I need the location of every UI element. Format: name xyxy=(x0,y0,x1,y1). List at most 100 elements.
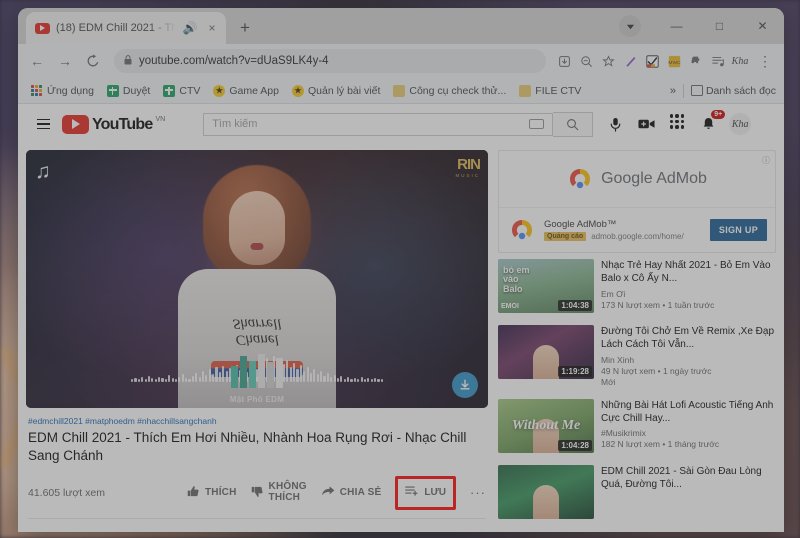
thumbnail-caption: bỏ em vào Balo xyxy=(503,265,530,294)
ad-url-row: Quảng cáo admob.google.com/home/ xyxy=(544,232,703,241)
playlist-icon[interactable] xyxy=(708,51,728,71)
video-player[interactable]: Chanel Sharrell ♫ RIN MUSIC Mặt Phố EDM xyxy=(26,150,488,408)
thumbnail-figure xyxy=(533,484,559,519)
bookmark-label: CTV xyxy=(179,84,201,97)
list-item[interactable]: Without Me 1:04:28 Những Bài Hát Lofi Ac… xyxy=(498,393,776,459)
youtube-logo[interactable]: YouTube VN xyxy=(62,114,165,134)
video-thumbnail[interactable]: 1:19:28 xyxy=(498,325,594,379)
youtube-content: Chanel Sharrell ♫ RIN MUSIC Mặt Phố EDM … xyxy=(18,144,784,525)
suggestion-channel[interactable]: #Musikrimix xyxy=(601,428,776,438)
thumbnail-watermark: EMOI xyxy=(501,303,519,310)
reading-list-icon xyxy=(690,85,703,96)
pen-icon[interactable] xyxy=(620,51,640,71)
more-actions-icon[interactable]: ··· xyxy=(470,485,486,500)
bookmark-quan-ly-bai-viet[interactable]: ★ Quản lý bài viết xyxy=(287,83,385,99)
notification-badge: 9+ xyxy=(711,110,726,119)
brand-sub-text: MUSIC xyxy=(455,173,480,178)
bookmark-game-app[interactable]: ★ Game App xyxy=(208,83,284,99)
youtube-search: Tìm kiếm xyxy=(203,111,594,137)
video-title: EDM Chill 2021 - Thích Em Hơi Nhiều, Nhà… xyxy=(28,430,467,463)
dislike-button[interactable]: KHÔNG THÍCH xyxy=(251,481,307,503)
browser-tab[interactable]: (18) EDM Chill 2021 - Thích E 🔊 × xyxy=(26,12,226,44)
list-item[interactable]: EDM Chill 2021 - Sài Gòn Đau Lòng Quá, Đ… xyxy=(498,459,776,525)
user-avatar-icon[interactable]: Kha xyxy=(730,51,750,71)
game-icon: ★ xyxy=(291,84,304,97)
mwc-icon[interactable]: MWC xyxy=(664,51,684,71)
video-thumbnail[interactable]: bỏ em vào Balo EMOI 1:04:38 xyxy=(498,259,594,313)
profile-chip-icon[interactable] xyxy=(619,15,641,37)
keyboard-icon[interactable] xyxy=(529,119,545,129)
list-item[interactable]: bỏ em vào Balo EMOI 1:04:38 Nhạc Trẻ Hay N… xyxy=(498,253,776,319)
microphone-icon[interactable] xyxy=(605,114,625,134)
advertisement[interactable]: ⓘ Google AdMob Google AdMob™ Quảng cáo a… xyxy=(498,150,776,253)
bookmarks-bar: Ứng dụng Duyệt CTV ★ Game App ★ Quản lý … xyxy=(18,78,784,104)
zoom-out-icon[interactable] xyxy=(576,51,596,71)
ad-info-icon[interactable]: ⓘ xyxy=(762,155,770,166)
bell-icon[interactable]: 9+ xyxy=(698,110,726,134)
suggestion-new-badge: Mới xyxy=(601,376,616,387)
new-tab-button[interactable]: + xyxy=(232,15,258,41)
save-label: LƯU xyxy=(424,487,446,499)
video-camera-icon[interactable] xyxy=(636,114,656,134)
bookmark-ctv[interactable]: CTV xyxy=(158,83,205,99)
close-window-button[interactable]: ✕ xyxy=(741,8,784,44)
browser-menu-icon[interactable]: ⋮ xyxy=(752,48,778,74)
bookmarks-overflow-icon[interactable]: » xyxy=(670,85,676,97)
bookmark-cong-cu-check[interactable]: Công cụ check thử... xyxy=(388,83,511,99)
puzzle-icon[interactable] xyxy=(686,51,706,71)
like-button[interactable]: THÍCH xyxy=(187,485,237,501)
folder-icon xyxy=(393,84,406,97)
bookmark-duyet[interactable]: Duyệt xyxy=(102,83,155,99)
thumbs-down-icon xyxy=(251,485,264,501)
reload-icon[interactable] xyxy=(80,48,106,74)
bookmark-label: FILE CTV xyxy=(535,84,582,97)
forward-icon[interactable]: → xyxy=(52,48,78,74)
ad-hero-title: Google AdMob xyxy=(601,170,707,187)
bookmarks-right-group: » Danh sách đọc xyxy=(670,83,776,98)
list-item[interactable]: 1:19:28 Đường Tôi Chở Em Về Remix ,Xe Đạ… xyxy=(498,319,776,393)
close-icon[interactable]: × xyxy=(204,20,220,36)
list-item-info: Những Bài Hát Lofi Acoustic Tiếng Anh Cự… xyxy=(601,399,776,453)
avatar[interactable]: Kha xyxy=(729,113,752,135)
video-thumbnail[interactable] xyxy=(498,464,594,519)
like-label: THÍCH xyxy=(204,487,237,499)
lock-icon xyxy=(124,55,132,67)
share-button[interactable]: CHIA SẺ xyxy=(321,485,382,500)
minimize-button[interactable]: — xyxy=(655,8,698,44)
search-button[interactable] xyxy=(553,111,594,137)
browser-window: (18) EDM Chill 2021 - Thích E 🔊 × + — □ … xyxy=(18,8,784,532)
search-input[interactable]: Tìm kiếm xyxy=(203,112,554,136)
ad-badge: Quảng cáo xyxy=(544,232,587,241)
suggestion-channel[interactable]: Em Ơi xyxy=(601,289,776,299)
video-thumbnail[interactable]: Without Me 1:04:28 xyxy=(498,398,594,453)
suggestion-stats: 173 N lượt xem • 1 tuần trước xyxy=(601,299,715,310)
star-icon[interactable] xyxy=(598,51,618,71)
maximize-button[interactable]: □ xyxy=(698,8,741,44)
secondary-column: ⓘ Google AdMob Google AdMob™ Quảng cáo a… xyxy=(498,150,776,525)
game-icon: ★ xyxy=(213,84,226,97)
bookmark-apps[interactable]: Ứng dụng xyxy=(26,83,99,99)
download-icon[interactable] xyxy=(554,51,574,71)
hamburger-icon[interactable] xyxy=(28,109,58,139)
ad-detail-row: Google AdMob™ Quảng cáo admob.google.com… xyxy=(499,207,775,252)
apps-grid-icon[interactable] xyxy=(667,114,687,134)
ad-signup-button[interactable]: SIGN UP xyxy=(709,219,767,241)
speaker-icon[interactable]: 🔊 xyxy=(182,20,198,36)
dislike-label: KHÔNG THÍCH xyxy=(268,481,307,503)
download-icon[interactable] xyxy=(452,372,478,398)
shirt-text: Chanel Sharrell xyxy=(232,316,282,348)
reading-list-label[interactable]: Danh sách đọc xyxy=(706,85,776,97)
video-duration: 1:04:38 xyxy=(558,300,592,311)
suggestion-stats: 182 N lượt xem • 1 tháng trước xyxy=(601,439,720,450)
address-bar[interactable]: youtube.com/watch?v=dUaS9LK4y-4 xyxy=(114,49,546,73)
checkmark-icon[interactable] xyxy=(642,51,662,71)
bookmark-label: Duyệt xyxy=(122,84,151,97)
bookmark-file-ctv[interactable]: FILE CTV xyxy=(514,83,586,99)
back-icon[interactable]: ← xyxy=(24,48,50,74)
video-hashtags[interactable]: #edmchill2021 #matphoedm #nhacchillsangc… xyxy=(28,416,486,426)
list-item-info: EDM Chill 2021 - Sài Gòn Đau Lòng Quá, Đ… xyxy=(601,465,776,519)
youtube-page: YouTube VN Tìm kiếm 9+ Kha Chanel Sharre… xyxy=(18,104,784,532)
save-button[interactable]: LƯU xyxy=(395,475,456,510)
view-count: 41.605 lượt xem xyxy=(28,486,105,499)
suggestion-channel[interactable]: Min Xinh xyxy=(601,355,776,365)
